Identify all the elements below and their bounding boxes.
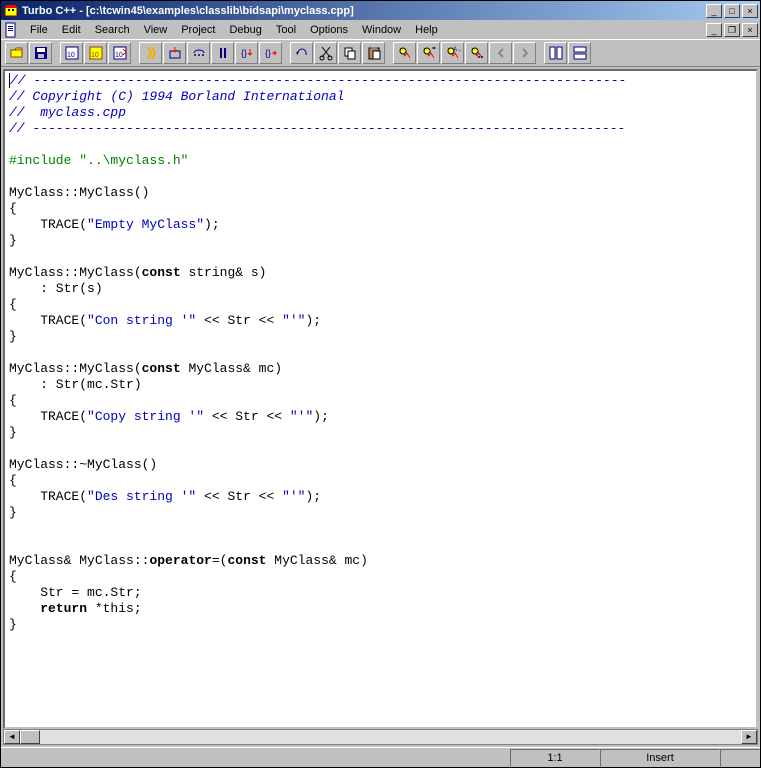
horizontal-scrollbar[interactable]: ◄ ►: [3, 729, 758, 745]
menu-edit[interactable]: Edit: [55, 22, 88, 38]
menu-tool[interactable]: Tool: [269, 22, 303, 38]
minimize-button[interactable]: _: [706, 4, 722, 18]
find-next-icon[interactable]: [417, 42, 440, 64]
next-result-icon[interactable]: [513, 42, 536, 64]
scroll-thumb[interactable]: [20, 730, 40, 744]
trace-into-icon[interactable]: {}: [235, 42, 258, 64]
mdi-close-button[interactable]: ×: [742, 23, 758, 37]
binary2-icon[interactable]: 10: [84, 42, 107, 64]
window-list-icon[interactable]: [544, 42, 567, 64]
ide-window: Turbo C++ - [c:\tcwin45\examples\classli…: [0, 0, 761, 768]
find-icon[interactable]: [393, 42, 416, 64]
statusbar: 1:1 Insert: [1, 747, 760, 767]
outer-window-controls: _ □ ×: [706, 4, 758, 18]
titlebar[interactable]: Turbo C++ - [c:\tcwin45\examples\classli…: [1, 1, 760, 20]
scroll-left-icon[interactable]: ◄: [4, 730, 20, 744]
menu-project[interactable]: Project: [174, 22, 222, 38]
menu-view[interactable]: View: [137, 22, 175, 38]
binary3-icon[interactable]: 10: [108, 42, 131, 64]
pause-icon[interactable]: [211, 42, 234, 64]
trace-over-icon[interactable]: {}: [259, 42, 282, 64]
svg-text:10: 10: [91, 52, 99, 59]
mdi-window-controls: _ ❐ ×: [706, 23, 758, 37]
undo-icon[interactable]: [290, 42, 313, 64]
replace-icon[interactable]: A→B: [441, 42, 464, 64]
svg-text:{}: {}: [241, 48, 247, 58]
editor-area: // -------------------------------------…: [1, 67, 760, 747]
menu-file[interactable]: File: [23, 22, 55, 38]
open-file-icon[interactable]: [5, 42, 28, 64]
save-file-icon[interactable]: [29, 42, 52, 64]
close-button[interactable]: ×: [742, 4, 758, 18]
menu-search[interactable]: Search: [88, 22, 137, 38]
cascade-icon[interactable]: [568, 42, 591, 64]
cut-icon[interactable]: [314, 42, 337, 64]
maximize-button[interactable]: □: [724, 4, 740, 18]
step-out-icon[interactable]: [163, 42, 186, 64]
binary1-icon[interactable]: 10: [60, 42, 83, 64]
run-icon[interactable]: [139, 42, 162, 64]
code-content[interactable]: // -------------------------------------…: [5, 71, 756, 635]
app-icon: [3, 3, 19, 19]
menu-help[interactable]: Help: [408, 22, 445, 38]
status-mode: Insert: [600, 749, 720, 767]
svg-text:A→B: A→B: [453, 47, 461, 53]
svg-text:10: 10: [115, 52, 123, 59]
document-icon[interactable]: [3, 22, 19, 38]
menu-window[interactable]: Window: [355, 22, 408, 38]
status-position: 1:1: [510, 749, 600, 767]
step-over-icon[interactable]: [187, 42, 210, 64]
paste-icon[interactable]: [362, 42, 385, 64]
copy-icon[interactable]: [338, 42, 361, 64]
mdi-minimize-button[interactable]: _: [706, 23, 722, 37]
status-empty: [720, 749, 760, 767]
scroll-track[interactable]: [20, 730, 741, 744]
menubar: File Edit Search View Project Debug Tool…: [1, 20, 760, 39]
scroll-right-icon[interactable]: ►: [741, 730, 757, 744]
menu-debug[interactable]: Debug: [222, 22, 268, 38]
mdi-restore-button[interactable]: ❐: [724, 23, 740, 37]
find-files-icon[interactable]: [465, 42, 488, 64]
title-text: Turbo C++ - [c:\tcwin45\examples\classli…: [22, 5, 706, 17]
toolbar: 10 10 10 {} {} A→B: [1, 39, 760, 67]
code-editor[interactable]: // -------------------------------------…: [3, 69, 758, 729]
menu-options[interactable]: Options: [303, 22, 355, 38]
prev-result-icon[interactable]: [489, 42, 512, 64]
svg-text:{}: {}: [265, 48, 271, 58]
svg-text:10: 10: [67, 52, 75, 59]
